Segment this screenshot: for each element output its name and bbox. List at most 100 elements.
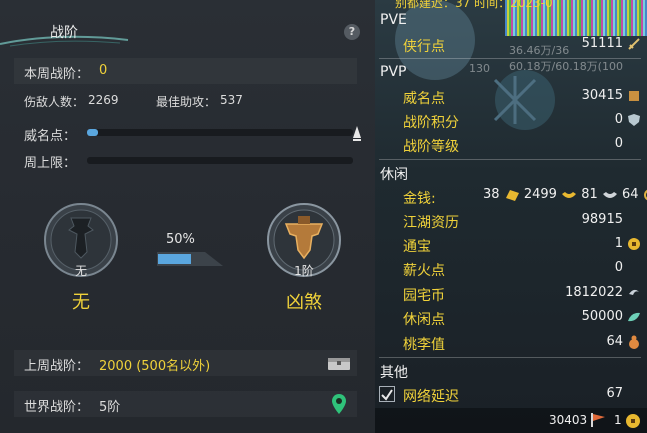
pvp-label: 威名点 (403, 91, 445, 107)
pvp-row[interactable]: 战阶积分 0 (375, 108, 647, 132)
last-week-value: 2000 (500名以外) (99, 359, 211, 374)
divider (379, 357, 641, 358)
upgrade-progress-arrow (157, 252, 223, 266)
copper-value: 64 (622, 187, 639, 202)
pve-heading: PVE (380, 12, 407, 28)
leisure-heading: 休闲 (380, 167, 408, 183)
pvp-label: 战阶积分 (403, 115, 459, 131)
leisure-label: 休闲点 (403, 312, 445, 328)
silver-ingot-icon (602, 191, 617, 198)
weekly-cap-bar (87, 157, 353, 164)
silver-value: 81 (581, 187, 598, 202)
flag-icon[interactable] (589, 412, 607, 428)
pvp-value: 0 (614, 136, 623, 151)
latency-row[interactable]: 网络延迟 67 (375, 382, 647, 406)
leisure-label: 桃李值 (403, 337, 445, 353)
prestige-bar-fill (87, 129, 98, 136)
help-button[interactable]: ? (344, 24, 360, 40)
leisure-row[interactable]: 休闲点 50000 (375, 305, 647, 329)
coin-icon (628, 238, 640, 250)
leisure-row[interactable]: 园宅币 1812022 (375, 281, 647, 305)
ghost-level: 130 (469, 62, 490, 75)
money-values: 38 2499 81 64 (483, 187, 647, 202)
leisure-row[interactable]: 桃李值 64 (375, 330, 647, 354)
bottom-value-1: 30403 (549, 413, 588, 427)
house-coin-icon (629, 289, 639, 295)
top-clip-text: 别都建迟：37 时间：2023-0 (395, 0, 553, 10)
gold-value: 2499 (523, 187, 557, 202)
world-rank-label: 世界战阶： (24, 400, 90, 415)
panel-title: 战阶 (50, 25, 78, 41)
injured-label: 伤敌人数： (24, 95, 85, 109)
prestige-label: 威名点： (24, 129, 77, 144)
pve-label: 侠行点 (403, 39, 445, 55)
currency-panel: 别都建迟：37 时间：2023-0 36.46万/36 60.18万/60.18… (375, 0, 647, 433)
chest-icon[interactable] (327, 355, 351, 371)
ghost-mp: 60.18万/60.18万(100 (509, 60, 623, 73)
cap-marker-icon (353, 126, 361, 141)
leisure-value: 1812022 (565, 285, 623, 300)
leisure-row[interactable]: 薪火点 0 (375, 256, 647, 280)
world-rank-value: 5阶 (99, 400, 121, 415)
next-rank-level: 1阶 (294, 264, 314, 278)
pvp-row[interactable]: 战阶等级 0 (375, 132, 647, 156)
leisure-row[interactable]: 通宝 1 (375, 232, 647, 256)
next-rank-name: 凶煞 (286, 292, 322, 313)
leisure-label: 江湖资历 (403, 215, 459, 231)
leisure-value: 1 (614, 236, 623, 251)
leisure-value: 50000 (581, 309, 623, 324)
last-week-label: 上周战阶： (24, 359, 90, 374)
bottom-bar: 30403 1 (375, 408, 647, 433)
gold-brick-icon (505, 189, 519, 201)
pve-value: 51111 (581, 36, 623, 51)
this-week-label: 本周战阶： (24, 67, 90, 82)
location-pin-icon[interactable] (332, 394, 346, 414)
coin-icon[interactable] (625, 413, 641, 429)
weekly-cap-label: 周上限： (24, 156, 77, 171)
battle-rank-panel: 战阶 ? 本周战阶： 0 伤敌人数： 2269 最佳助攻： 537 威名点： 周… (0, 0, 375, 433)
prestige-icon (629, 91, 639, 101)
gourd-icon (629, 335, 639, 349)
leisure-value: 0 (614, 260, 623, 275)
leisure-label: 园宅币 (403, 288, 445, 304)
upgrade-progress-text: 50% (166, 232, 195, 247)
pve-row[interactable]: 侠行点 51111 (375, 32, 647, 56)
current-rank-name: 无 (72, 292, 90, 313)
this-week-row: 本周战阶： 0 (14, 58, 357, 84)
gold-brick-value: 38 (483, 187, 500, 202)
latency-value: 67 (606, 386, 623, 401)
other-heading: 其他 (380, 365, 408, 381)
shield-icon (628, 114, 640, 126)
check-icon (381, 389, 393, 401)
leisure-value: 64 (606, 334, 623, 349)
pvp-label: 战阶等级 (403, 139, 459, 155)
panel-header: 战阶 ? (0, 0, 375, 48)
best-assist-value: 537 (220, 93, 243, 107)
money-row[interactable]: 金钱: 38 2499 81 64 (375, 184, 647, 208)
pvp-value: 30415 (581, 88, 623, 103)
current-rank-level: 无 (74, 264, 87, 278)
latency-label: 网络延迟 (403, 389, 459, 405)
leisure-value: 98915 (581, 212, 623, 227)
best-assist-label: 最佳助攻： (156, 95, 217, 109)
pvp-heading: PVP (380, 64, 407, 80)
pvp-row[interactable]: 威名点 30415 (375, 84, 647, 108)
latency-checkbox[interactable] (379, 386, 395, 402)
copper-coin-icon (643, 189, 647, 200)
world-rank-row: 世界战阶： 5阶 (14, 391, 357, 417)
injured-value: 2269 (88, 93, 119, 107)
leaf-icon (628, 312, 640, 322)
money-label: 金钱: (403, 191, 436, 207)
leisure-row[interactable]: 江湖资历 98915 (375, 208, 647, 232)
pvp-value: 0 (614, 112, 623, 127)
leisure-label: 通宝 (403, 239, 431, 255)
prestige-bar (87, 129, 353, 136)
bottom-value-2: 1 (614, 413, 622, 427)
divider (379, 159, 641, 160)
gold-ingot-icon (562, 191, 577, 198)
leisure-label: 薪火点 (403, 263, 445, 279)
last-week-row: 上周战阶： 2000 (500名以外) (14, 350, 357, 376)
divider (379, 58, 641, 59)
this-week-value: 0 (99, 63, 108, 78)
sword-icon (628, 38, 640, 50)
